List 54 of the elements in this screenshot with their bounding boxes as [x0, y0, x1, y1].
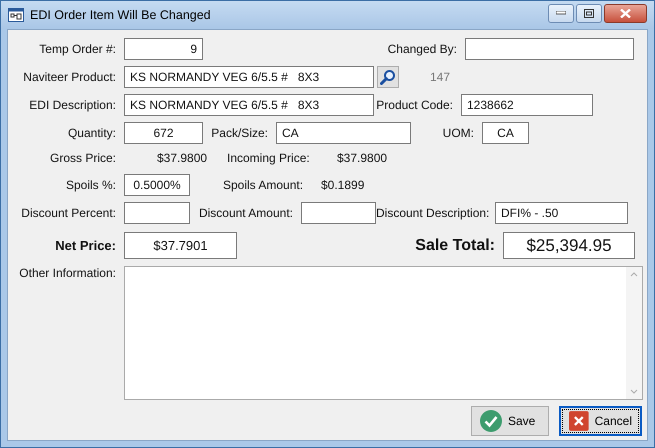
restore-icon: [584, 8, 594, 18]
field-label: Pack/Size:: [210, 126, 269, 140]
cross-icon: [569, 411, 589, 431]
spoils-percent-field[interactable]: 0.5000%: [124, 174, 190, 196]
save-button[interactable]: Save: [471, 406, 549, 436]
discount-percent-field[interactable]: [124, 202, 190, 224]
window-icon: [8, 8, 24, 22]
net-price-field[interactable]: $37.7901: [124, 232, 237, 259]
gross-price-value: $37.9800: [157, 151, 208, 165]
incoming-price-value: $37.9800: [337, 151, 388, 165]
spoils-amount-value: $0.1899: [321, 178, 364, 192]
field-label: Sale Total:: [414, 236, 496, 254]
search-button[interactable]: [377, 66, 399, 88]
field-label: Discount Percent:: [20, 206, 117, 220]
product-code-field[interactable]: 1238662: [461, 94, 593, 116]
maximize-button[interactable]: [576, 4, 602, 22]
field-label: Discount Description:: [376, 206, 490, 220]
field-label: Changed By:: [386, 42, 458, 56]
scrollbar[interactable]: [626, 267, 642, 399]
field-label: Net Price:: [54, 238, 117, 253]
field-label: Incoming Price:: [227, 151, 311, 165]
field-label: Product Code:: [375, 98, 454, 112]
close-icon: [620, 8, 631, 18]
quantity-field[interactable]: 672: [124, 122, 203, 144]
discount-description-field[interactable]: DFI% - .50: [495, 202, 628, 224]
field-label: Temp Order #:: [38, 42, 117, 56]
minimize-icon: [556, 11, 566, 15]
field-label: Spoils %:: [64, 178, 117, 192]
field-label: Naviteer Product:: [22, 70, 117, 84]
temp-order-field[interactable]: 9: [124, 38, 203, 60]
product-field[interactable]: KS NORMANDY VEG 6/5.5 # 8X3: [124, 66, 374, 88]
field-label: Gross Price:: [48, 151, 117, 165]
field-label: Quantity:: [66, 126, 117, 140]
field-label: Discount Amount:: [198, 206, 294, 220]
scroll-up-icon: [630, 272, 638, 277]
cancel-button[interactable]: Cancel: [559, 406, 642, 436]
minimize-button[interactable]: [548, 4, 574, 22]
window-title: EDI Order Item Will Be Changed: [30, 8, 211, 22]
changed-by-field[interactable]: [465, 38, 634, 60]
edi-description-field[interactable]: KS NORMANDY VEG 6/5.5 # 8X3: [124, 94, 374, 116]
other-information-field[interactable]: [124, 266, 643, 400]
check-icon: [480, 410, 502, 432]
product-number: 147: [430, 70, 450, 84]
uom-field[interactable]: CA: [482, 122, 529, 144]
field-label: Other Information:: [18, 266, 117, 280]
sale-total-field[interactable]: $25,394.95: [503, 232, 635, 259]
close-button[interactable]: [604, 4, 647, 22]
pack-size-field[interactable]: CA: [276, 122, 411, 144]
discount-amount-field[interactable]: [301, 202, 376, 224]
scroll-down-icon: [630, 389, 638, 394]
field-label: UOM:: [442, 126, 475, 140]
field-label: EDI Description:: [28, 98, 117, 112]
search-icon: [380, 69, 396, 85]
field-label: Spoils Amount:: [223, 178, 304, 192]
